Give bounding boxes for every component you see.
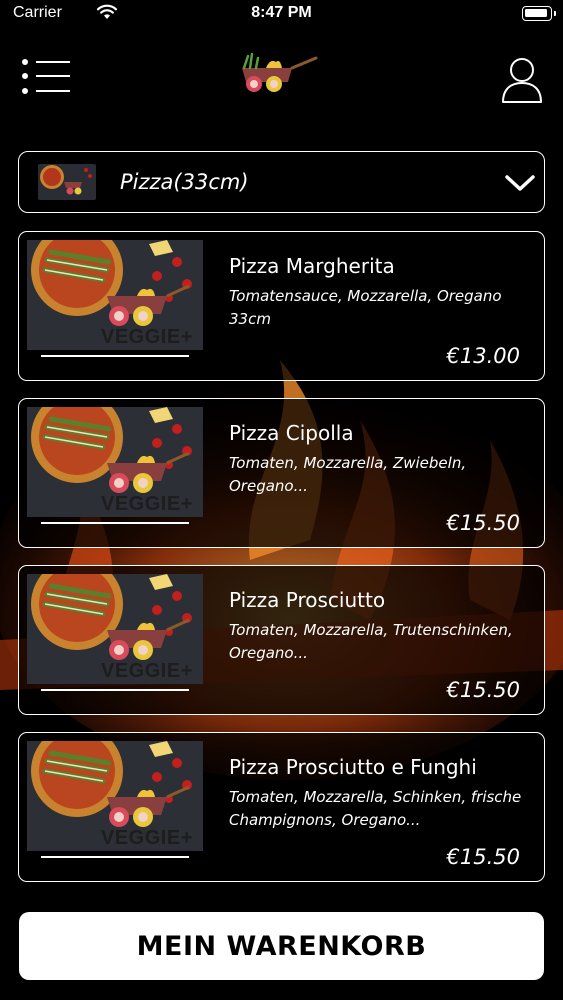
category-thumbnail (38, 164, 96, 200)
veggie-badge: VEGGIE+ (101, 493, 193, 515)
list-menu-icon[interactable] (20, 58, 72, 98)
product-price: €15.50 (446, 845, 520, 869)
product-name: Pizza Prosciutto (229, 588, 386, 612)
product-name: Pizza Margherita (229, 254, 395, 278)
status-bar: Carrier 8:47 PM (0, 0, 563, 28)
veggie-badge: VEGGIE+ (101, 660, 193, 682)
product-price: €13.00 (446, 344, 520, 368)
product-price: €15.50 (446, 678, 520, 702)
cart-button[interactable]: MEIN WARENKORB (19, 912, 544, 980)
product-image: VEGGIE+ (27, 407, 203, 517)
user-profile-icon[interactable] (500, 56, 544, 104)
product-description: Tomaten, Mozzarella, Zwiebeln, Oregano..… (229, 454, 467, 495)
category-dropdown[interactable]: Pizza(33cm) (18, 151, 545, 213)
product-price: €15.50 (446, 511, 520, 535)
product-name: Pizza Cipolla (229, 421, 354, 445)
image-underline (41, 522, 189, 524)
battery-icon (522, 6, 556, 21)
veggie-badge: VEGGIE+ (101, 326, 193, 348)
category-label: Pizza(33cm) (120, 170, 249, 194)
app-header (0, 40, 563, 120)
product-card[interactable]: VEGGIE+ Pizza Margherita Tomatensauce, M… (18, 231, 545, 381)
product-name: Pizza Prosciutto e Funghi (229, 755, 477, 779)
product-card[interactable]: VEGGIE+ Pizza Prosciutto e Funghi Tomate… (18, 732, 545, 882)
product-description: Tomatensauce, Mozzarella, Oregano 33cm (229, 287, 502, 328)
image-underline (41, 856, 189, 858)
product-image: VEGGIE+ (27, 741, 203, 851)
veggie-badge: VEGGIE+ (101, 827, 193, 849)
product-image: VEGGIE+ (27, 574, 203, 684)
veggie-cart-logo (242, 52, 318, 92)
product-card[interactable]: VEGGIE+ Pizza Prosciutto Tomaten, Mozzar… (18, 565, 545, 715)
product-image: VEGGIE+ (27, 240, 203, 350)
image-underline (41, 689, 189, 691)
product-description: Tomaten, Mozzarella, Trutenschinken, Ore… (229, 621, 513, 662)
image-underline (41, 355, 189, 357)
clock: 8:47 PM (251, 4, 312, 21)
product-card[interactable]: VEGGIE+ Pizza Cipolla Tomaten, Mozzarell… (18, 398, 545, 548)
product-description: Tomaten, Mozzarella, Schinken, frische C… (229, 788, 522, 829)
chevron-down-icon (505, 175, 535, 191)
